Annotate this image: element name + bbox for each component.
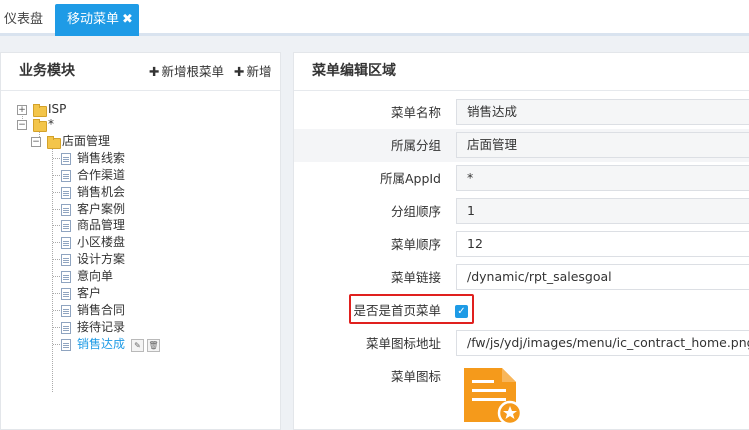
document-icon <box>61 153 71 165</box>
document-icon <box>61 170 71 182</box>
form-row-menu-order: 菜单顺序 12 <box>294 228 749 261</box>
business-module-panel: 业务模块 ✚ 新增根菜单 ✚ 新增 + ISP − * − 店面管理 销售线索 … <box>0 52 281 430</box>
tree-leaf-label: 销售达成 <box>77 337 126 351</box>
document-icon <box>61 237 71 249</box>
menu-order-input[interactable]: 12 <box>456 231 749 257</box>
tab-mobile-menu-label: 移动菜单 <box>67 12 120 27</box>
link-label: 菜单链接 <box>390 270 441 285</box>
tree-connector <box>53 242 60 243</box>
tree-connector <box>53 310 60 311</box>
trash-icon[interactable]: 🗑 <box>147 339 160 352</box>
menu-icon-preview <box>462 366 523 429</box>
collapse-icon[interactable]: − <box>17 120 27 130</box>
icon-label: 菜单图标 <box>390 369 441 384</box>
tree-leaf-label: 意向单 <box>77 269 114 283</box>
form-row-homepage: 是否是首页菜单 <box>294 294 749 327</box>
add-root-menu-button[interactable]: ✚ 新增根菜单 <box>149 53 224 90</box>
form-row-appid: 所属AppId * <box>294 162 749 195</box>
tree-node-label: * <box>48 117 54 131</box>
panel-title: 业务模块 <box>19 63 75 79</box>
folder-open-icon <box>47 136 61 149</box>
form-row-icon-url: 菜单图标地址 /fw/js/ydj/images/menu/ic_contrac… <box>294 327 749 360</box>
tree-leaf-selected[interactable]: 销售达成 ✎ 🗑 <box>53 336 173 353</box>
folder-icon <box>33 104 47 117</box>
tab-mobile-menu[interactable]: 移动菜单 ✖ <box>55 4 139 36</box>
tab-bar: 仪表盘 移动菜单 ✖ <box>0 0 749 36</box>
form-row-group-order: 分组顺序 1 <box>294 195 749 228</box>
edit-icon[interactable]: ✎ <box>131 339 144 352</box>
homepage-label: 是否是首页菜单 <box>353 303 441 318</box>
group-label: 所属分组 <box>390 138 441 153</box>
tab-dashboard[interactable]: 仪表盘 <box>4 4 43 36</box>
form-row-group: 所属分组 店面管理 <box>294 129 749 162</box>
tree-leaf-label: 合作渠道 <box>77 168 126 182</box>
group-order-label: 分组顺序 <box>390 204 441 219</box>
plus-icon: ✚ <box>234 64 245 79</box>
tree-leaf-label: 销售合同 <box>77 303 126 317</box>
document-icon <box>61 204 71 216</box>
tree-leaf-label: 设计方案 <box>77 252 126 266</box>
appid-input[interactable]: * <box>456 165 749 191</box>
tree-connector <box>53 259 60 260</box>
contract-home-icon <box>464 368 523 426</box>
icon-url-input[interactable]: /fw/js/ydj/images/menu/ic_contract_home.… <box>456 330 749 356</box>
menu-name-label: 菜单名称 <box>390 105 441 120</box>
document-icon <box>61 220 71 232</box>
document-icon <box>61 254 71 266</box>
tree-leaf-label: 商品管理 <box>77 218 126 232</box>
tree-connector <box>53 175 60 176</box>
menu-order-label: 菜单顺序 <box>390 237 441 252</box>
expand-icon[interactable]: + <box>17 105 27 115</box>
group-order-input[interactable]: 1 <box>456 198 749 224</box>
tree-connector <box>53 293 60 294</box>
group-input[interactable]: 店面管理 <box>456 132 749 158</box>
tree-connector <box>53 327 60 328</box>
add-root-menu-label: 新增根菜单 <box>161 64 224 79</box>
tree-node-label: 店面管理 <box>62 134 111 148</box>
business-module-header: 业务模块 ✚ 新增根菜单 ✚ 新增 <box>1 53 280 91</box>
add-menu-label: 新增 <box>246 64 272 79</box>
tree-connector <box>53 158 60 159</box>
link-input[interactable]: /dynamic/rpt_salesgoal <box>456 264 749 290</box>
menu-edit-header: 菜单编辑区域 <box>294 53 749 91</box>
tree-connector <box>53 276 60 277</box>
plus-icon: ✚ <box>149 64 160 79</box>
tree-leaf-label: 销售机会 <box>77 185 126 199</box>
document-icon <box>61 288 71 300</box>
folder-open-icon <box>33 119 47 132</box>
menu-edit-panel: 菜单编辑区域 菜单名称 销售达成 所属分组 店面管理 所属AppId * 分组顺… <box>293 52 749 430</box>
tree-leaf-label: 客户案例 <box>77 202 126 216</box>
tree-connector <box>52 144 53 392</box>
collapse-icon[interactable]: − <box>31 137 41 147</box>
tree-leaf-label: 销售线索 <box>77 151 126 165</box>
close-icon[interactable]: ✖ <box>122 4 133 36</box>
add-menu-button[interactable]: ✚ 新增 <box>234 53 272 90</box>
document-icon <box>61 305 71 317</box>
icon-url-label: 菜单图标地址 <box>365 336 441 351</box>
form-row-link: 菜单链接 /dynamic/rpt_salesgoal <box>294 261 749 294</box>
document-icon <box>61 322 71 334</box>
tree-connector <box>53 344 60 345</box>
form-row-menu-name: 菜单名称 销售达成 <box>294 96 749 129</box>
tree-connector <box>53 225 60 226</box>
document-icon <box>61 187 71 199</box>
document-icon <box>61 271 71 283</box>
document-icon <box>61 339 71 351</box>
tree-connector <box>53 192 60 193</box>
tree-connector <box>53 209 60 210</box>
menu-name-input[interactable]: 销售达成 <box>456 99 749 125</box>
homepage-checkbox[interactable]: ✓ <box>455 305 468 318</box>
tree-leaf-label: 客户 <box>77 286 102 300</box>
appid-label: 所属AppId <box>379 171 441 186</box>
panel-title: 菜单编辑区域 <box>312 63 396 79</box>
tree-leaf-label: 小区楼盘 <box>77 235 126 249</box>
tree-leaf-label: 接待记录 <box>77 320 126 334</box>
